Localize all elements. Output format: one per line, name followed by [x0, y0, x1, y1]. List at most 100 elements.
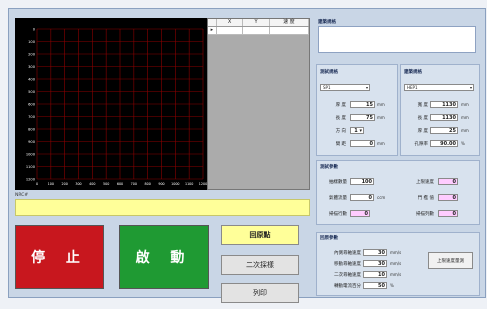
motion-unit: mm/s — [390, 261, 402, 266]
table-row[interactable]: ▸ — [208, 27, 309, 35]
y-tick-label: 900 — [28, 140, 36, 144]
spec-select-1[interactable]: SP1 ▾ — [320, 84, 370, 91]
table-header-speed: 速 度 — [270, 19, 309, 26]
param-label: 抽樣數量 — [329, 180, 347, 185]
note-title: 建築規格 — [318, 20, 336, 25]
table-cell[interactable] — [270, 27, 309, 34]
y-tick-label: 200 — [28, 53, 36, 57]
field-unit: mm — [461, 115, 469, 120]
param-readout: 0 — [438, 178, 458, 185]
param-unit: ccm — [377, 195, 386, 200]
param-readout: 0 — [350, 210, 370, 217]
direction-select[interactable]: 1 ▾ — [350, 127, 364, 134]
y-tick-label: 600 — [28, 103, 36, 107]
start-button[interactable]: 啟 動 — [119, 225, 209, 289]
table-header: X Y 速 度 — [208, 19, 309, 27]
x-tick-label: 1200 — [199, 182, 207, 186]
y-tick-label: 100 — [28, 40, 36, 44]
spec-select-1-value: SP1 — [323, 85, 331, 90]
field-label: 寬 度 — [417, 103, 428, 108]
motion-input[interactable]: 50 — [363, 282, 387, 289]
field-label: 長 度 — [417, 116, 428, 121]
row-indicator: ▸ — [208, 27, 217, 34]
motion-input[interactable]: 30 — [363, 249, 387, 256]
app-window: 0 100 200 300 400 500 600 700 800 900 1000 1100 1200… — [0, 0, 487, 309]
field-label: 方 向 — [335, 129, 346, 134]
table-cell[interactable] — [243, 27, 270, 34]
table-header-y: Y — [243, 19, 270, 26]
table-header-cell — [208, 19, 217, 26]
field-unit: mm — [461, 128, 469, 133]
motion-label: 二次尋軸速度 — [334, 273, 361, 278]
x-tick-label: 100 — [48, 182, 54, 186]
motion-unit: mm/s — [390, 272, 402, 277]
field-unit: % — [461, 141, 465, 146]
field-label: 厚 度 — [335, 103, 346, 108]
message-label: NRC# — [15, 193, 29, 198]
spec-select-2[interactable]: HEP1 ▾ — [404, 84, 474, 91]
motion-label: 內側尋軸速度 — [334, 251, 361, 256]
field-label: 長 度 — [335, 116, 346, 121]
print-button[interactable]: 列印 — [221, 283, 299, 303]
note-textarea[interactable] — [318, 26, 476, 53]
field-input[interactable]: 0 — [350, 140, 375, 147]
x-tick-label: 600 — [117, 182, 123, 186]
spec-select-2-value: HEP1 — [407, 85, 418, 90]
chevron-down-icon: ▾ — [469, 85, 472, 90]
coordinate-table: X Y 速 度 ▸ — [207, 18, 310, 190]
section2-title: 建築規格 — [404, 70, 422, 75]
y-tick-label: 1200 — [26, 178, 36, 182]
chart-canvas: 0 100 200 300 400 500 600 700 800 900 1000 1100 1200… — [15, 18, 207, 190]
motion-label: 轉動電流百分 — [334, 284, 361, 289]
param-label: 氣體流量 — [329, 196, 347, 201]
x-tick-label: 800 — [145, 182, 151, 186]
field-unit: mm — [377, 115, 385, 120]
field-unit: mm — [461, 102, 469, 107]
param-label: 門 檻 值 — [417, 196, 434, 201]
trajectory-chart: 0 100 200 300 400 500 600 700 800 900 1000 1100 1200… — [15, 18, 207, 190]
param-input[interactable]: 100 — [350, 178, 374, 185]
resample-button[interactable]: 二次採樣 — [221, 255, 299, 275]
motion-unit: % — [390, 283, 394, 288]
param-input[interactable]: 0 — [350, 194, 374, 201]
motion-input[interactable]: 30 — [363, 260, 387, 267]
field-unit: mm — [377, 141, 385, 146]
field-label: 間 距 — [335, 142, 346, 147]
y-tick-label: 500 — [28, 90, 36, 94]
x-tick-label: 1000 — [171, 182, 179, 186]
x-tick-label: 200 — [62, 182, 68, 186]
y-tick-label: 300 — [28, 65, 36, 69]
motion-label: 移動尋軸速度 — [334, 262, 361, 267]
stop-button[interactable]: 停 止 — [15, 225, 104, 289]
field-input[interactable]: 15 — [350, 101, 375, 108]
field-input[interactable]: 25 — [430, 127, 458, 134]
param-label: 掃描列數 — [416, 212, 434, 217]
x-tick-label: 900 — [158, 182, 164, 186]
table-cell[interactable] — [217, 27, 244, 34]
field-input[interactable]: 75 — [350, 114, 375, 121]
y-tick-label: 400 — [28, 78, 36, 82]
return-origin-button[interactable]: 回原點 — [221, 225, 299, 245]
field-input[interactable]: 1130 — [430, 114, 458, 121]
param-readout: 0 — [438, 210, 458, 217]
field-label: 厚 度 — [417, 129, 428, 134]
field-input[interactable]: 90.00 — [430, 140, 458, 147]
section1-title: 測試規格 — [320, 70, 338, 75]
param-readout: 0 — [438, 194, 458, 201]
field-input[interactable]: 1130 — [430, 101, 458, 108]
param-label: 上限速度 — [416, 180, 434, 185]
y-tick-label: 800 — [28, 128, 36, 132]
x-tick-label: 400 — [89, 182, 95, 186]
motion-unit: mm/s — [390, 250, 402, 255]
y-tick-label: 1100 — [26, 165, 36, 169]
x-tick-label: 700 — [131, 182, 137, 186]
motion-input[interactable]: 10 — [363, 271, 387, 278]
motion-title: 回原參數 — [320, 236, 338, 241]
message-bar — [15, 199, 310, 216]
field-unit: mm — [377, 102, 385, 107]
param-label: 掃描行數 — [329, 212, 347, 217]
y-tick-label: 1000 — [26, 153, 36, 157]
x-tick-label: 0 — [36, 182, 38, 186]
x-tick-label: 1100 — [185, 182, 193, 186]
speed-measure-button[interactable]: 上限速度量測 — [428, 252, 473, 269]
